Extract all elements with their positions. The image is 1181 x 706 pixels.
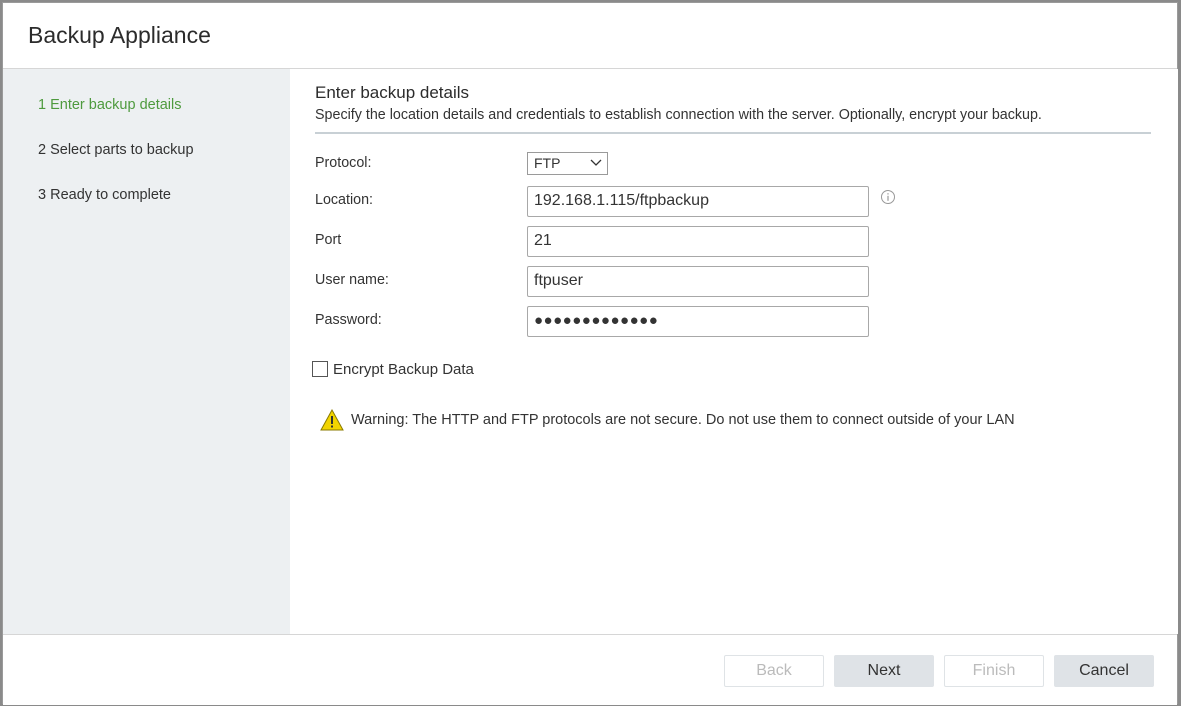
password-input[interactable]: ●●●●●●●●●●●●● xyxy=(527,306,869,337)
finish-button[interactable]: Finish xyxy=(944,655,1044,687)
page-description: Specify the location details and credent… xyxy=(315,107,1042,123)
main-content: Enter backup details Specify the locatio… xyxy=(290,69,1178,634)
location-input[interactable]: 192.168.1.115/ftpbackup xyxy=(527,186,869,217)
cancel-button[interactable]: Cancel xyxy=(1054,655,1154,687)
dialog-footer: Back Next Finish Cancel xyxy=(3,634,1177,705)
page-title: Enter backup details xyxy=(315,83,470,102)
username-input[interactable]: ftpuser xyxy=(527,266,869,297)
warning-message: Warning: The HTTP and FTP protocols are … xyxy=(351,412,1015,428)
location-label: Location: xyxy=(315,192,374,208)
step-enter-backup-details[interactable]: 1 Enter backup details xyxy=(38,97,181,113)
info-icon[interactable] xyxy=(880,189,896,205)
heading-divider xyxy=(315,132,1151,134)
step-select-parts[interactable]: 2 Select parts to backup xyxy=(38,142,194,158)
chevron-down-icon xyxy=(590,159,602,166)
port-label: Port xyxy=(315,232,342,248)
username-label: User name: xyxy=(315,272,389,288)
dialog-title: Backup Appliance xyxy=(28,22,211,48)
password-label: Password: xyxy=(315,312,382,328)
title-bar: Backup Appliance xyxy=(3,3,1177,69)
protocol-select[interactable]: FTP xyxy=(527,152,608,175)
step-ready-to-complete[interactable]: 3 Ready to complete xyxy=(38,187,171,203)
wizard-steps-sidebar: 1 Enter backup details 2 Select parts to… xyxy=(3,69,290,634)
encrypt-backup-checkbox[interactable] xyxy=(312,361,328,377)
back-button[interactable]: Back xyxy=(724,655,824,687)
port-input[interactable]: 21 xyxy=(527,226,869,257)
backup-appliance-dialog: Backup Appliance 1 Enter backup details … xyxy=(2,2,1178,705)
encrypt-backup-label[interactable]: Encrypt Backup Data xyxy=(333,361,474,378)
protocol-selected-value: FTP xyxy=(534,155,561,171)
warning-icon xyxy=(320,409,344,431)
next-button[interactable]: Next xyxy=(834,655,934,687)
protocol-label: Protocol: xyxy=(315,155,372,171)
